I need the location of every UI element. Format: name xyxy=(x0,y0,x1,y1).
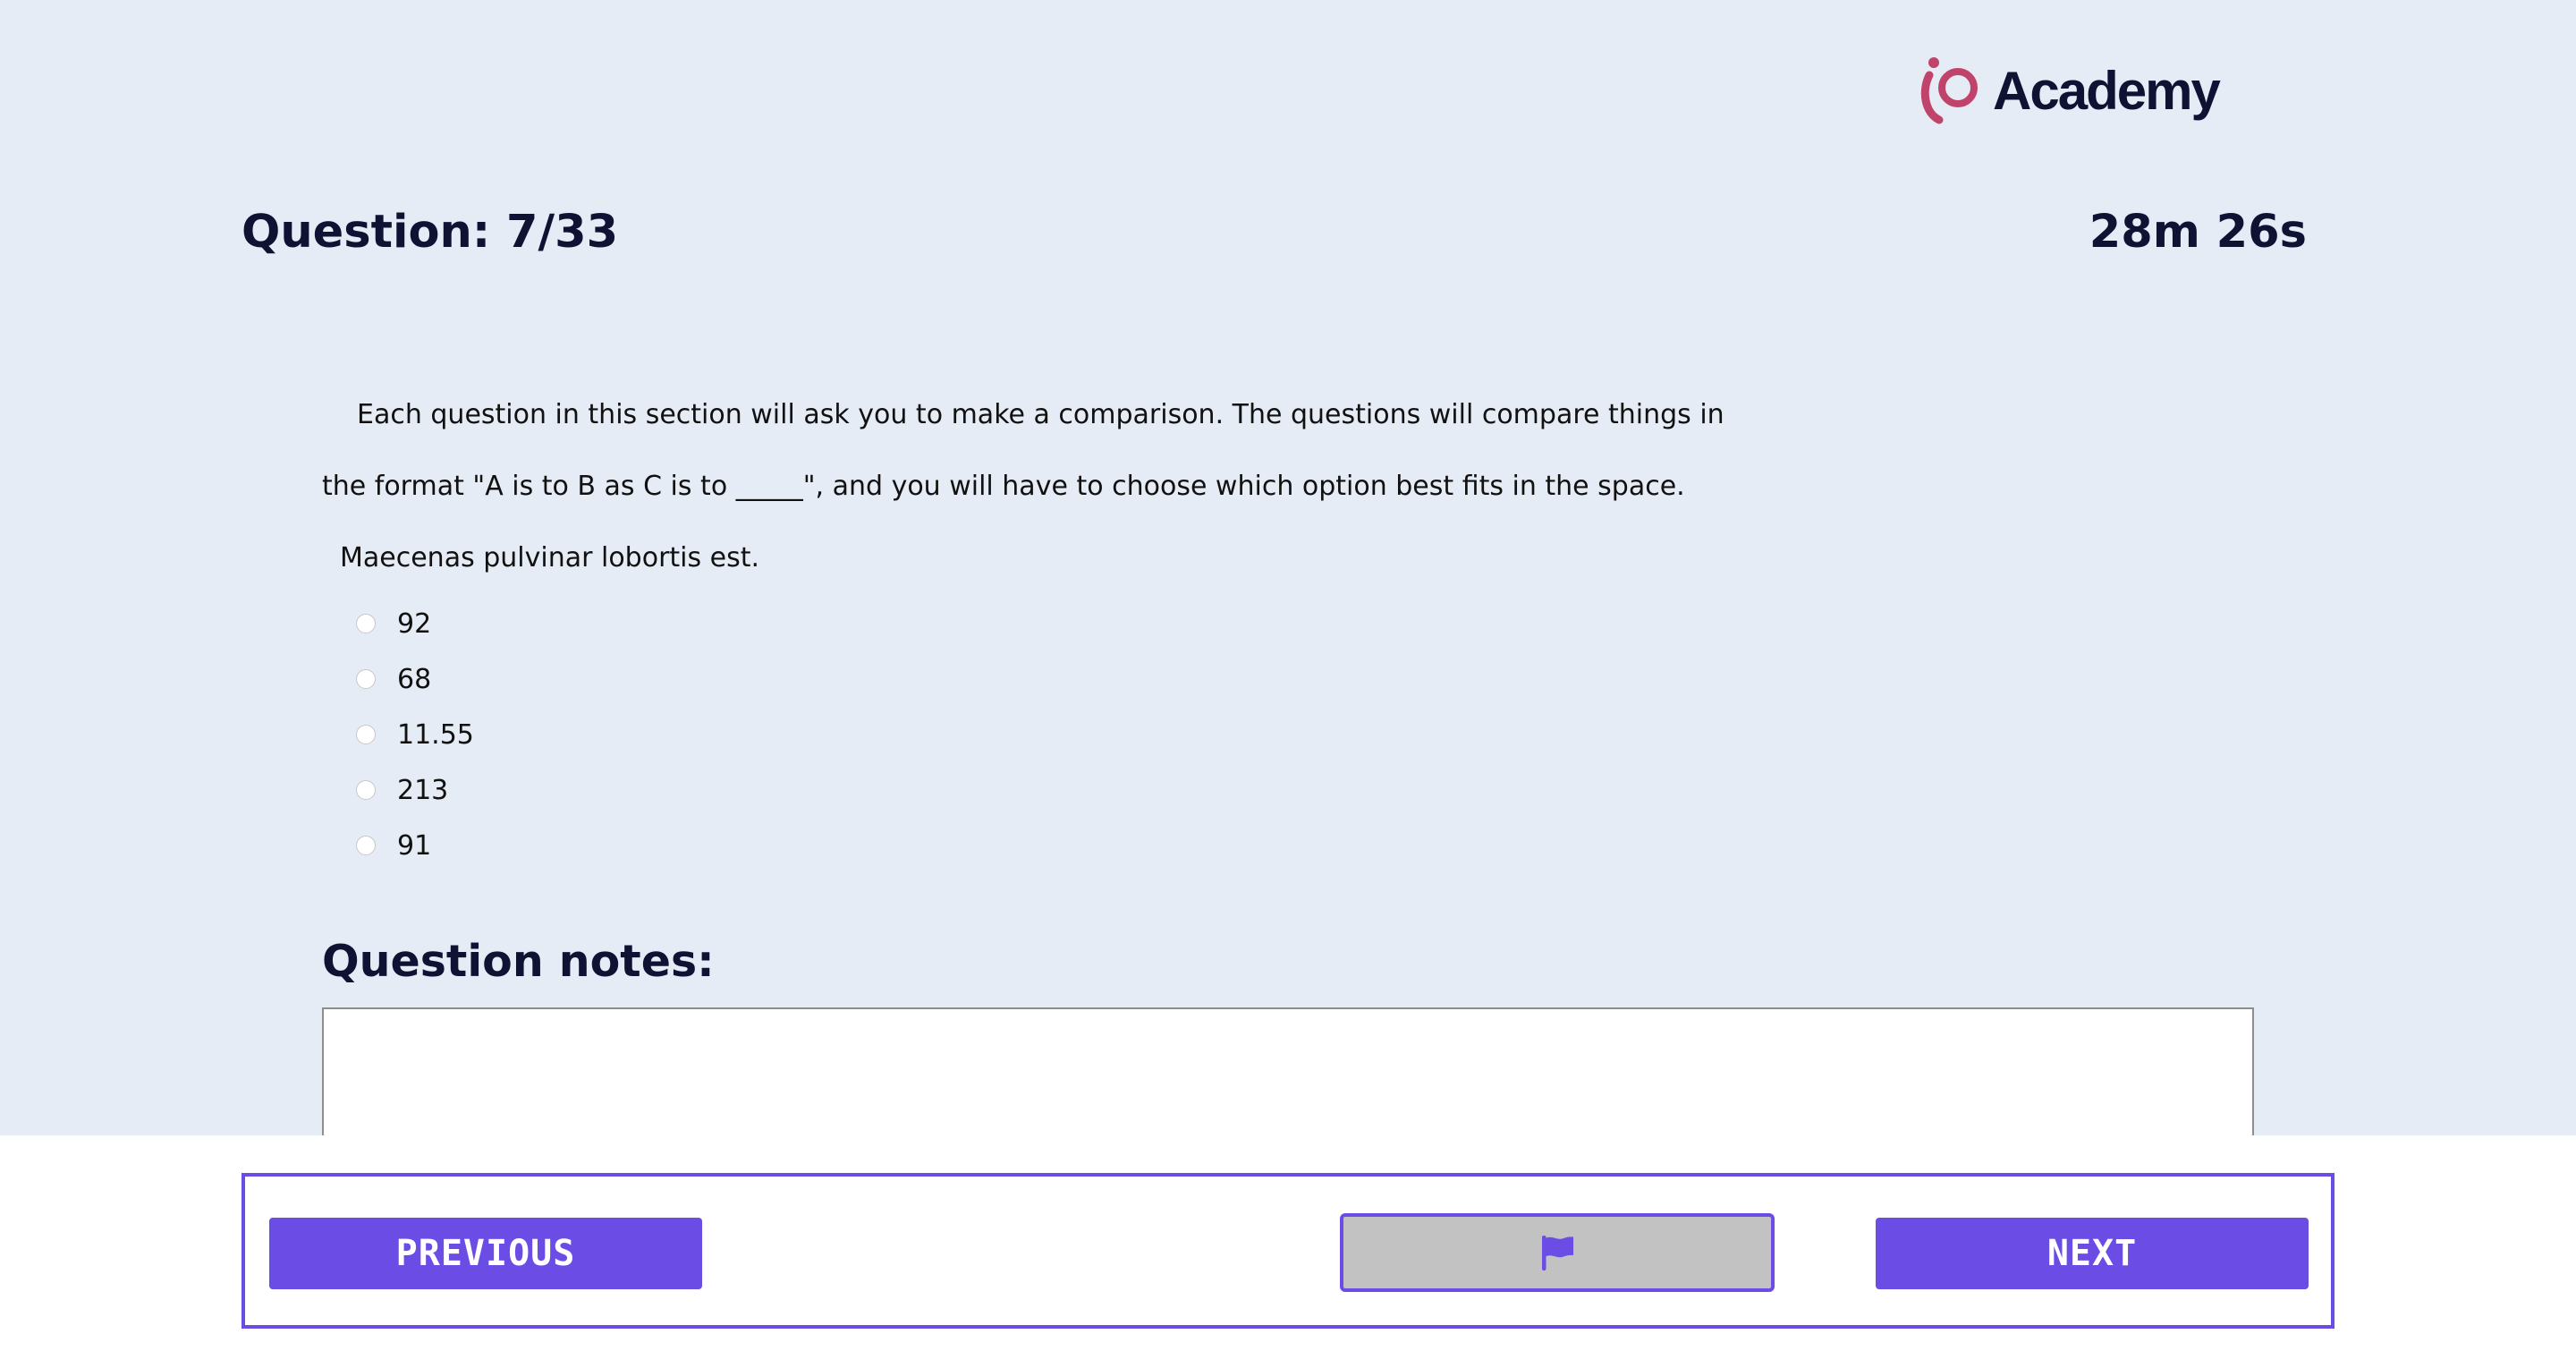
radio-button[interactable] xyxy=(356,725,376,744)
footer: PREVIOUS NEXT xyxy=(0,1135,2576,1351)
next-button[interactable]: NEXT xyxy=(1876,1218,2309,1289)
radio-button[interactable] xyxy=(356,614,376,633)
answer-option[interactable]: 68 xyxy=(356,651,474,707)
answer-option[interactable]: 213 xyxy=(356,762,474,818)
io-logo-icon xyxy=(1920,57,1978,124)
answer-options: 92 68 11.55 213 91 xyxy=(356,596,474,873)
answer-option[interactable]: 11.55 xyxy=(356,707,474,762)
answer-option[interactable]: 91 xyxy=(356,818,474,873)
flag-button[interactable] xyxy=(1340,1213,1775,1292)
question-prompt: Maecenas pulvinar lobortis est. xyxy=(340,542,760,574)
brand-name: Academy xyxy=(1993,60,2221,121)
option-label: 92 xyxy=(397,608,432,640)
question-counter: Question: 7/33 xyxy=(242,206,619,259)
previous-button[interactable]: PREVIOUS xyxy=(269,1218,702,1289)
instructions-line-2: the format "A is to B as C is to _____",… xyxy=(322,471,1685,502)
option-label: 68 xyxy=(397,663,432,695)
option-label: 213 xyxy=(397,774,449,806)
academy-logo: Academy xyxy=(1912,50,2221,131)
flag-icon xyxy=(1542,1236,1573,1270)
notes-heading: Question notes: xyxy=(322,936,715,987)
answer-option[interactable]: 92 xyxy=(356,596,474,651)
instructions-line-1: Each question in this section will ask y… xyxy=(357,399,1724,430)
quiz-page: Academy Question: 7/33 28m 26s Each ques… xyxy=(0,0,2576,1135)
option-label: 91 xyxy=(397,829,432,862)
radio-button[interactable] xyxy=(356,669,376,689)
timer: 28m 26s xyxy=(2089,206,2307,259)
notes-textarea[interactable] xyxy=(322,1007,2254,1135)
radio-button[interactable] xyxy=(356,836,376,855)
radio-button[interactable] xyxy=(356,780,376,800)
navigation-bar: PREVIOUS NEXT xyxy=(242,1173,2334,1329)
option-label: 11.55 xyxy=(397,718,474,751)
